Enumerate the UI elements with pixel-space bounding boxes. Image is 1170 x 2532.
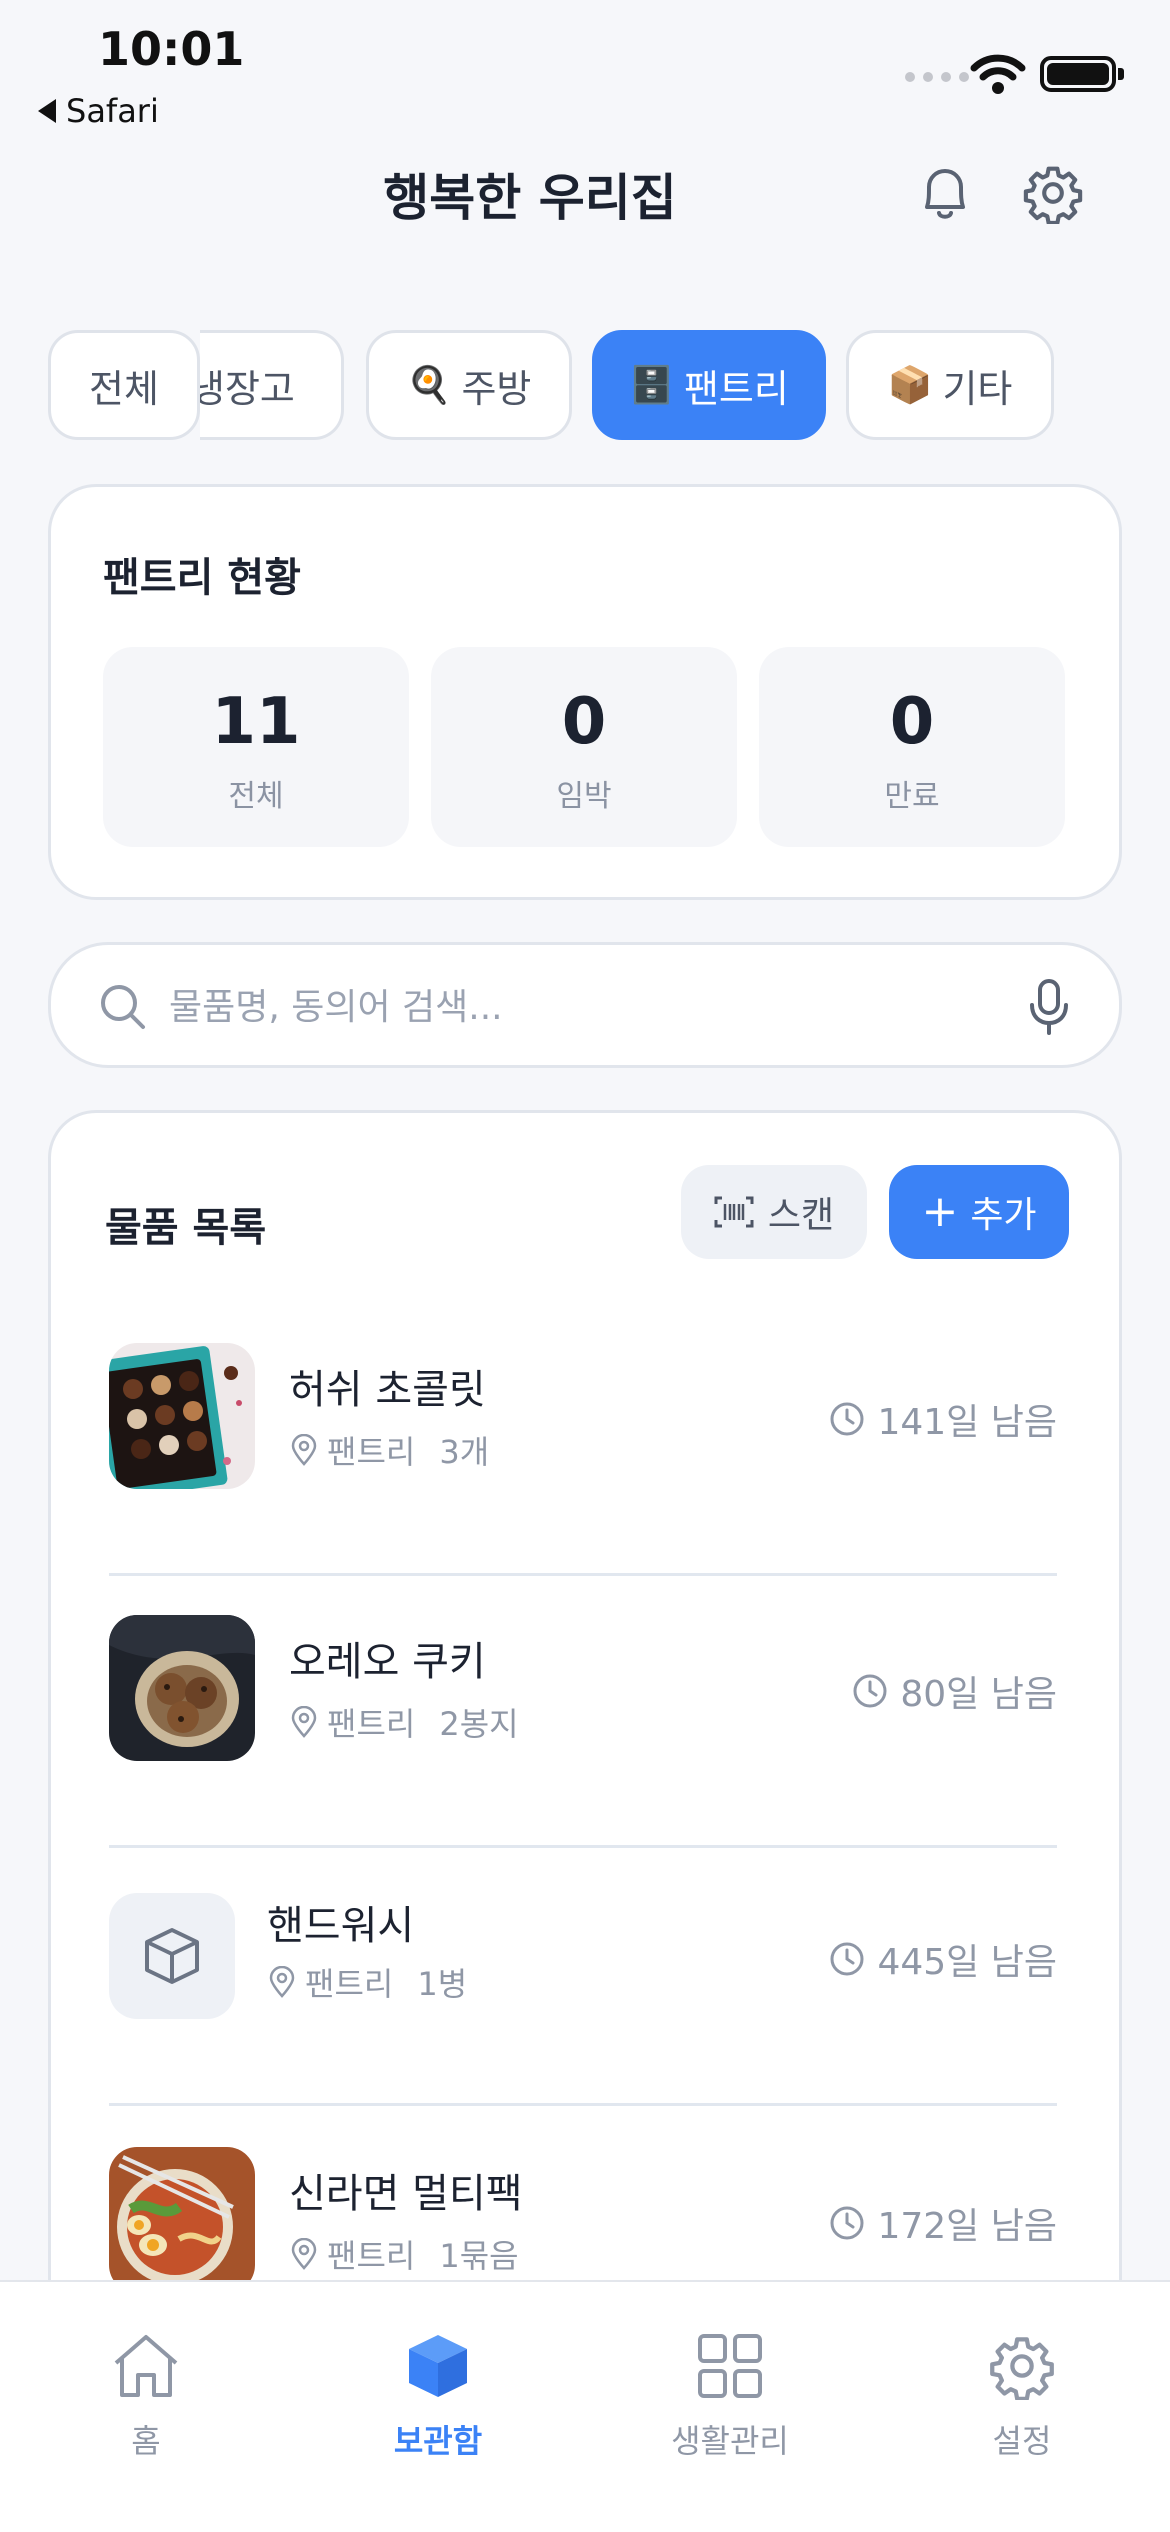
pantry-summary-card: 팬트리 현황 11 전체 0 임박 0 만료 [48,484,1122,900]
bell-icon[interactable] [910,158,980,228]
nav-label: 생활관리 [671,2422,789,2460]
stat-label: 임박 [556,779,612,814]
clock-icon [830,2206,864,2240]
stat-total[interactable]: 11 전체 [103,647,409,847]
list-item[interactable]: 신라면 멀티팩 팬트리 1묶음 172일 남음 [109,2147,1057,2293]
item-days-left: 80일 남음 [900,1674,1057,1715]
tab-kitchen[interactable]: 🍳 주방 [366,330,572,440]
divider [109,1845,1057,1848]
page-title: 행복한 우리집 [383,169,677,227]
nav-label: 보관함 [393,2422,483,2460]
stat-value: 0 [889,685,935,759]
plus-icon: + [921,1186,959,1237]
status-bar: 10:01 Safari [0,0,1170,140]
item-location: 팬트리 [327,2237,416,2275]
item-location: 팬트리 [305,1965,394,2003]
divider [109,1573,1057,1576]
nav-settings[interactable]: 설정 [922,2326,1122,2462]
list-title: 물품 목록 [105,1205,267,1251]
location-pin-icon [291,1434,317,1466]
nav-label: 홈 [131,2422,161,2460]
nav-storage[interactable]: 보관함 [338,2326,538,2462]
tab-label: 팬트리 [683,366,789,411]
tab-other[interactable]: 📦 기타 [846,330,1054,440]
item-days-left: 172일 남음 [877,2206,1057,2247]
item-quantity: 1묶음 [439,2237,519,2275]
tab-label: 전체 [89,366,159,411]
bottom-navigation: 홈 보관함 생활관리 설정 [0,2280,1170,2532]
cookies-thumbnail [109,1615,255,1761]
microphone-icon[interactable] [1027,977,1071,1037]
category-tabs: 전체 냉장고 🍳 주방 🗄️ 팬트리 📦 기타 [0,330,1170,442]
tab-fridge[interactable]: 냉장고 [200,330,344,440]
file-cabinet-icon: 🗄️ [629,365,674,406]
tab-label: 냉장고 [200,366,295,411]
nav-home[interactable]: 홈 [46,2326,246,2462]
chocolate-box-thumbnail [109,1343,255,1489]
nav-label: 설정 [992,2422,1052,2460]
back-label: Safari [66,92,159,130]
battery-icon [1040,56,1124,92]
list-item[interactable]: 핸드워시 팬트리 1병 445일 남음 [109,1893,1057,2019]
add-item-button[interactable]: + 추가 [889,1165,1069,1259]
location-pin-icon [291,1706,317,1738]
item-name: 핸드워시 [267,1903,415,1949]
list-item[interactable]: 오레오 쿠키 팬트리 2봉지 80일 남음 [109,1615,1057,1761]
clock-icon [830,1942,864,1976]
stat-label: 만료 [884,779,940,814]
scan-button[interactable]: 스캔 [681,1165,867,1259]
stat-expiring-soon[interactable]: 0 임박 [431,647,737,847]
stat-expired[interactable]: 0 만료 [759,647,1065,847]
grid-icon [698,2334,762,2398]
cube-icon [409,2335,467,2397]
list-item[interactable]: 허쉬 초콜릿 팬트리 3개 141일 남음 [109,1343,1057,1489]
item-location: 팬트리 [327,1705,416,1743]
item-location: 팬트리 [327,1433,416,1471]
clock-icon [853,1674,887,1708]
divider [109,2103,1057,2106]
scan-label: 스캔 [767,1195,835,1236]
item-name: 신라면 멀티팩 [289,2171,523,2217]
tab-all[interactable]: 전체 [48,330,200,440]
back-arrow-icon [38,99,56,123]
item-name: 허쉬 초콜릿 [289,1367,486,1413]
summary-title: 팬트리 현황 [103,555,301,601]
stat-label: 전체 [228,779,284,814]
wifi-icon [970,54,1026,94]
tab-label: 주방 [461,366,532,411]
stat-value: 11 [211,685,301,759]
back-to-safari-link[interactable]: Safari [38,92,159,130]
item-name: 오레오 쿠키 [289,1639,486,1685]
package-icon: 📦 [887,365,933,406]
gear-icon [990,2337,1054,2400]
item-quantity: 3개 [439,1433,490,1471]
search-icon [101,985,145,1029]
home-icon [114,2335,178,2397]
stat-value: 0 [561,685,607,759]
tab-pantry[interactable]: 🗄️ 팬트리 [592,330,826,440]
search-bar [48,942,1122,1068]
ramen-bowl-thumbnail [109,2147,255,2293]
box-icon [109,1893,235,2019]
clock-icon [830,1402,864,1436]
barcode-icon [714,1196,754,1228]
location-pin-icon [291,2238,317,2270]
nav-life-management[interactable]: 생활관리 [630,2326,830,2462]
item-quantity: 2봉지 [439,1705,519,1743]
cellular-signal-icon [905,72,969,82]
search-input[interactable] [169,975,969,1039]
item-days-left: 445일 남음 [877,1942,1057,1983]
settings-gear-icon[interactable] [1018,158,1088,228]
item-quantity: 1병 [417,1965,468,2003]
add-label: 추가 [970,1195,1037,1236]
tab-label: 기타 [942,366,1013,411]
frying-pan-icon: 🍳 [406,365,452,406]
status-time: 10:01 [98,22,245,76]
item-days-left: 141일 남음 [877,1402,1057,1443]
location-pin-icon [269,1966,295,1998]
